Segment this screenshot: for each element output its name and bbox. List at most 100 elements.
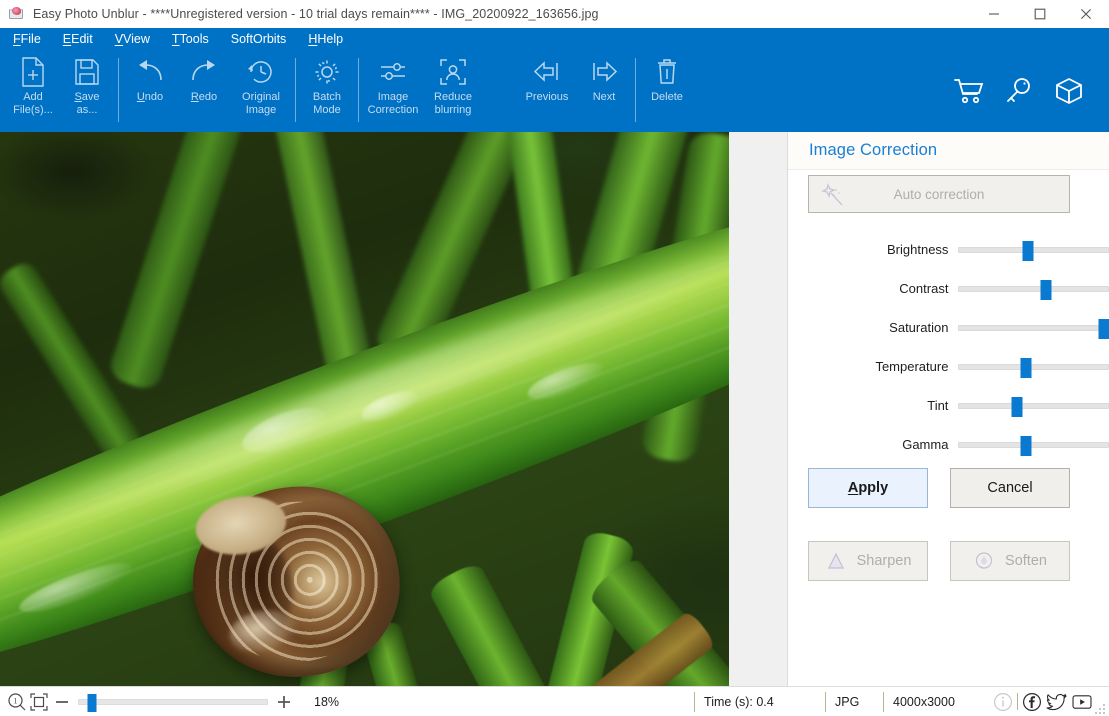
toolbar-button-batch-mode[interactable]: Batch Mode	[300, 50, 354, 132]
zoom-out-button[interactable]	[50, 694, 74, 710]
svg-text:1: 1	[14, 696, 18, 705]
title-bar: Easy Photo Unblur - ****Unregistered ver…	[0, 0, 1109, 28]
slider-row-saturation: Saturation	[788, 308, 1109, 347]
slider-label-gamma: Gamma	[902, 437, 949, 452]
photo-snail-on-leaf[interactable]	[0, 132, 729, 686]
zoom-slider-thumb[interactable]	[87, 693, 97, 712]
twitter-bird-icon[interactable]	[1046, 691, 1068, 713]
menu-item-softorbits[interactable]: SoftOrbits	[231, 33, 287, 46]
slider-track-temperature[interactable]	[958, 357, 1109, 378]
menu-bar: FFile EEdit VView TTools SoftOrbits HHel…	[0, 28, 1109, 50]
fit-to-screen-icon[interactable]	[28, 691, 50, 713]
toolbar-label-add-files: Add File(s)...	[13, 91, 53, 116]
minimize-button[interactable]	[971, 0, 1017, 28]
slider-row-gamma: Gamma	[788, 425, 1109, 464]
toolbar-label-redo: Redo	[190, 91, 218, 103]
apply-label-rest: pply	[858, 480, 889, 496]
toolbar-button-original-image[interactable]: Original Image	[231, 50, 291, 132]
toolbar-label-reduce-blurring: Reduce blurring	[434, 91, 472, 116]
add-file-icon	[20, 55, 46, 89]
app-window: Easy Photo Unblur - ****Unregistered ver…	[0, 0, 1109, 716]
slider-thumb-tint[interactable]	[1011, 396, 1023, 417]
menu-item-file[interactable]: FFile	[13, 33, 41, 46]
droplet-soften-icon	[973, 550, 995, 572]
slider-row-brightness: Brightness	[788, 230, 1109, 269]
panel-header: Image Correction	[788, 132, 1109, 170]
box-3d-icon[interactable]	[1051, 73, 1087, 109]
slider-thumb-brightness[interactable]	[1022, 240, 1034, 261]
zoom-in-button[interactable]	[272, 694, 296, 710]
slider-thumb-temperature[interactable]	[1020, 357, 1032, 378]
slider-thumb-contrast[interactable]	[1040, 279, 1052, 300]
zoom-one-to-one-icon[interactable]: 1	[6, 691, 28, 713]
toolbar-gap	[483, 50, 517, 132]
processing-time-label: Time (s): 0.4	[704, 694, 774, 709]
slider-label-temperature: Temperature	[875, 359, 949, 374]
toolbar-button-image-correction[interactable]: Image Correction	[363, 50, 423, 132]
youtube-play-icon[interactable]	[1071, 691, 1093, 713]
workspace: Image Correction Auto correction Brightn…	[0, 132, 1109, 686]
toolbar-button-reduce-blurring[interactable]: Reduce blurring	[423, 50, 483, 132]
gear-icon	[313, 55, 341, 89]
image-dimensions-label: 4000x3000	[893, 694, 955, 709]
shopping-cart-icon[interactable]	[951, 73, 987, 109]
arrow-left-icon	[531, 55, 563, 89]
triangle-sharpen-icon	[825, 550, 847, 572]
cancel-button[interactable]: Cancel	[950, 468, 1070, 508]
auto-correction-button[interactable]: Auto correction	[808, 175, 1070, 213]
slider-thumb-saturation[interactable]	[1098, 318, 1109, 339]
close-button[interactable]	[1063, 0, 1109, 28]
image-canvas[interactable]	[0, 132, 787, 686]
maximize-button[interactable]	[1017, 0, 1063, 28]
slider-label-saturation: Saturation	[889, 320, 949, 335]
toolbar-label-batch-mode: Batch Mode	[312, 91, 342, 116]
arrow-right-icon	[588, 55, 620, 89]
window-title: Easy Photo Unblur - ****Unregistered ver…	[33, 7, 599, 21]
zoom-slider-track[interactable]	[78, 693, 268, 712]
resize-grip[interactable]	[1095, 702, 1107, 714]
toolbar-button-next[interactable]: Next	[577, 50, 631, 132]
slider-track-saturation[interactable]	[958, 318, 1109, 339]
slider-label-tint: Tint	[927, 398, 949, 413]
slider-track-tint[interactable]	[958, 396, 1109, 417]
toolbar-label-save-as: Save as...	[74, 91, 100, 116]
menu-item-edit[interactable]: EEdit	[63, 33, 93, 46]
toolbar-button-undo[interactable]: Undo	[123, 50, 177, 132]
slider-track-brightness[interactable]	[958, 240, 1109, 261]
status-bar: 1 18% Time (s): 0.4 JPG 4000x3000	[0, 686, 1109, 716]
toolbar-button-save-as[interactable]: Save as...	[60, 50, 114, 132]
slider-thumb-gamma[interactable]	[1020, 435, 1032, 456]
toolbar-button-redo[interactable]: Redo	[177, 50, 231, 132]
slider-row-temperature: Temperature	[788, 347, 1109, 386]
sharpen-label: Sharpen	[856, 553, 912, 569]
window-controls	[971, 0, 1109, 28]
auto-correction-label: Auto correction	[893, 186, 985, 202]
app-icon	[8, 6, 26, 22]
file-format-label: JPG	[835, 694, 860, 709]
menu-item-tools[interactable]: TTools	[172, 33, 209, 46]
redo-arrow-icon	[189, 55, 219, 89]
slider-track-gamma[interactable]	[958, 435, 1109, 456]
toolbar-button-previous[interactable]: Previous	[517, 50, 577, 132]
apply-cancel-row: Apply Cancel	[788, 468, 1109, 508]
sharpen-button[interactable]: Sharpen	[808, 541, 928, 581]
menu-item-view[interactable]: VView	[115, 33, 150, 46]
slider-row-tint: Tint	[788, 386, 1109, 425]
toolbar-button-delete[interactable]: Delete	[640, 50, 694, 132]
save-disk-icon	[74, 55, 100, 89]
toolbar-label-undo: Undo	[136, 91, 164, 103]
info-circle-icon[interactable]	[992, 691, 1014, 713]
key-icon[interactable]	[1001, 73, 1037, 109]
toolbar-separator-4	[635, 58, 636, 122]
sharpen-soften-row: Sharpen Soften	[788, 541, 1109, 581]
menu-item-help[interactable]: HHelp	[308, 33, 343, 46]
trash-icon	[655, 55, 679, 89]
social-links	[992, 691, 1109, 713]
slider-track-contrast[interactable]	[958, 279, 1109, 300]
toolbar-button-add-files[interactable]: Add File(s)...	[6, 50, 60, 132]
facebook-icon[interactable]	[1021, 691, 1043, 713]
toolbar-separator-3	[358, 58, 359, 122]
slider-group: Brightness Contrast Saturation Temperatu…	[788, 230, 1109, 464]
soften-button[interactable]: Soften	[950, 541, 1070, 581]
apply-button[interactable]: Apply	[808, 468, 928, 508]
